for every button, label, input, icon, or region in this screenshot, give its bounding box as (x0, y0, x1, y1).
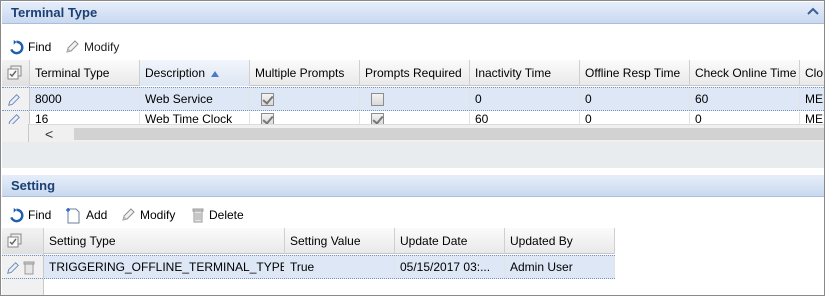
setting-find-button[interactable]: Find (9, 207, 51, 223)
cell-clock: MEI (805, 92, 824, 106)
cell-update-date: 05/15/2017 03:... (395, 256, 505, 278)
col-setting-value[interactable]: Setting Value (285, 228, 395, 254)
add-icon (66, 207, 80, 223)
find-icon (10, 207, 24, 222)
cell-terminal-type: 16 (30, 112, 140, 124)
edit-row-icon[interactable] (2, 88, 30, 110)
cell-setting-type: TRIGGERING_OFFLINE_TERMINAL_TYPE (44, 256, 285, 278)
table-row[interactable]: 16 Web Time Clock 60 0 0 MEI (2, 112, 824, 124)
col-check-online-time[interactable]: Check Online Time (690, 60, 800, 86)
sort-asc-icon (211, 71, 220, 77)
column-menu-icon[interactable] (2, 60, 30, 86)
cell-terminal-type: 8000 (30, 88, 140, 110)
terminal-type-header: Terminal Type (2, 2, 824, 24)
scroll-left-arrow[interactable]: < (45, 126, 53, 142)
multiple-prompts-checkbox[interactable] (261, 113, 274, 124)
window-frame: Terminal Type Find Modify Terminal Type … (0, 0, 825, 296)
setting-delete-button[interactable]: Delete (191, 207, 244, 223)
edit-row-icon[interactable] (6, 261, 20, 275)
prompts-required-checkbox[interactable] (371, 93, 384, 107)
column-menu-icon[interactable] (2, 228, 44, 254)
setting-modify-button[interactable]: Modify (120, 207, 175, 223)
delete-row-icon[interactable] (23, 261, 35, 275)
cell-multiple-prompts (250, 88, 360, 110)
col-prompts-required[interactable]: Prompts Required (360, 60, 470, 86)
col-clock[interactable]: Clo (800, 60, 824, 86)
cell-check-online-time: 0 (690, 112, 800, 124)
setting-add-button[interactable]: Add (65, 207, 107, 223)
table-row[interactable]: TRIGGERING_OFFLINE_TERMINAL_TYPE True 05… (2, 255, 615, 279)
horizontal-scrollbar[interactable]: < (29, 124, 824, 142)
delete-icon (192, 208, 204, 222)
cell-multiple-prompts (250, 112, 360, 124)
find-icon (10, 39, 24, 54)
setting-grid: Setting Type Setting Value Update Date U… (2, 228, 824, 295)
cell-updated-by: Admin User (505, 256, 615, 278)
col-updated-by[interactable]: Updated By (505, 228, 615, 254)
cell-prompts-required (360, 88, 470, 110)
add-label: Add (86, 208, 108, 222)
terminal-type-toolbar: Find Modify (2, 34, 824, 60)
prompts-required-checkbox[interactable] (371, 113, 384, 124)
cell-check-online-time: 60 (690, 88, 800, 110)
terminal-find-button[interactable]: Find (9, 39, 51, 55)
cell-description: Web Time Clock (140, 112, 250, 124)
row-actions (2, 256, 44, 278)
col-description-label: Description (145, 66, 206, 80)
terminal-type-title: Terminal Type (11, 5, 98, 20)
setting-header: Setting (2, 175, 824, 197)
grid-footer-area (2, 142, 824, 168)
col-multiple-prompts[interactable]: Multiple Prompts (250, 60, 360, 86)
modify-icon (66, 40, 79, 53)
cell-setting-value: True (285, 256, 395, 278)
cell-description: Web Service (140, 88, 250, 110)
cell-clock: MEI (805, 112, 824, 124)
table-row[interactable]: 8000 Web Service 0 0 60 MEI (2, 87, 824, 111)
col-inactivity-time[interactable]: Inactivity Time (470, 60, 580, 86)
cell-inactivity-time: 0 (470, 88, 580, 110)
terminal-grid-header: Terminal Type Description Multiple Promp… (2, 60, 824, 86)
setting-title: Setting (11, 178, 56, 193)
modify-icon (122, 208, 135, 221)
cell-inactivity-time: 60 (470, 112, 580, 124)
modify-label: Modify (84, 40, 120, 54)
find-label: Find (28, 208, 52, 222)
cell-offline-resp-time: 0 (580, 112, 690, 124)
setting-grid-header: Setting Type Setting Value Update Date U… (2, 228, 615, 254)
cell-offline-resp-time: 0 (580, 88, 690, 110)
terminal-modify-button[interactable]: Modify (64, 39, 119, 55)
col-offline-resp-time[interactable]: Offline Resp Time (580, 60, 690, 86)
col-update-date[interactable]: Update Date (395, 228, 505, 254)
col-setting-type[interactable]: Setting Type (44, 228, 285, 254)
setting-toolbar: Find Add Modify Delete (2, 202, 824, 228)
col-description[interactable]: Description (140, 60, 250, 86)
edit-row-icon[interactable] (2, 112, 30, 124)
collapse-icon[interactable] (807, 6, 819, 18)
col-terminal-type[interactable]: Terminal Type (30, 60, 140, 86)
find-label: Find (28, 40, 52, 54)
cell-prompts-required (360, 112, 470, 124)
multiple-prompts-checkbox[interactable] (261, 93, 274, 107)
delete-label: Delete (209, 208, 244, 222)
modify-label: Modify (140, 208, 176, 222)
scrollbar-thumb[interactable] (74, 128, 824, 140)
